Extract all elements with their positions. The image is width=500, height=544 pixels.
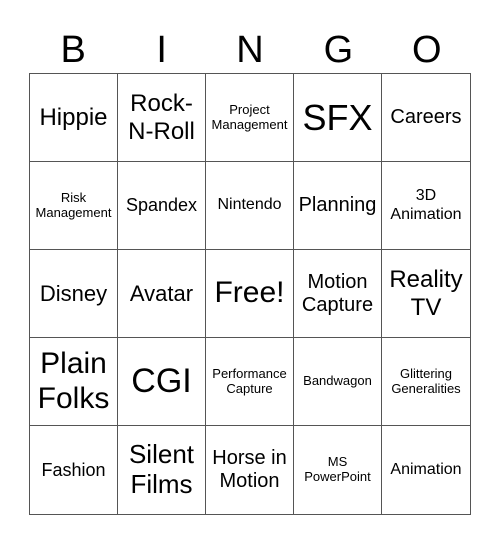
header-letter-o: O [412, 29, 442, 71]
bingo-cell[interactable]: MS PowerPoint [294, 426, 382, 514]
bingo-cell[interactable]: Project Management [206, 74, 294, 162]
free-cell[interactable]: Free! [206, 250, 294, 338]
bingo-header: B I N G O [29, 28, 471, 72]
bingo-cell[interactable]: Hippie [30, 74, 118, 162]
bingo-cell[interactable]: Disney [30, 250, 118, 338]
bingo-cell[interactable]: Glittering Generalities [382, 338, 470, 426]
header-letter-i: I [156, 29, 167, 71]
header-letter-n: N [236, 29, 264, 71]
bingo-cell[interactable]: Motion Capture [294, 250, 382, 338]
bingo-cell[interactable]: Careers [382, 74, 470, 162]
bingo-grid: Hippie Rock-N-Roll Project Management SF… [29, 73, 471, 515]
bingo-cell[interactable]: Planning [294, 162, 382, 250]
bingo-cell[interactable]: Performance Capture [206, 338, 294, 426]
bingo-cell[interactable]: Risk Management [30, 162, 118, 250]
bingo-cell[interactable]: Silent Films [118, 426, 206, 514]
bingo-cell[interactable]: Reality TV [382, 250, 470, 338]
bingo-cell[interactable]: Fashion [30, 426, 118, 514]
header-letter-g: G [323, 29, 354, 71]
bingo-cell[interactable]: Spandex [118, 162, 206, 250]
header-letter-b: B [60, 29, 86, 71]
bingo-cell[interactable]: 3D Animation [382, 162, 470, 250]
bingo-cell[interactable]: CGI [118, 338, 206, 426]
bingo-cell[interactable]: Plain Folks [30, 338, 118, 426]
bingo-cell[interactable]: SFX [294, 74, 382, 162]
bingo-cell[interactable]: Nintendo [206, 162, 294, 250]
bingo-cell[interactable]: Horse in Motion [206, 426, 294, 514]
bingo-cell[interactable]: Rock-N-Roll [118, 74, 206, 162]
bingo-cell[interactable]: Animation [382, 426, 470, 514]
bingo-cell[interactable]: Bandwagon [294, 338, 382, 426]
bingo-cell[interactable]: Avatar [118, 250, 206, 338]
